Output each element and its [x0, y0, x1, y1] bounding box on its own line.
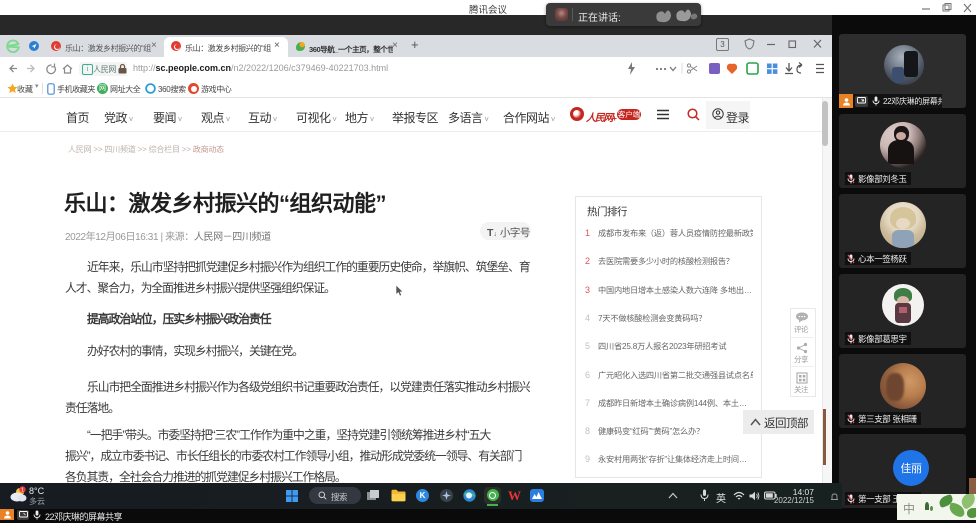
svg-text:1: 1: [21, 488, 24, 494]
